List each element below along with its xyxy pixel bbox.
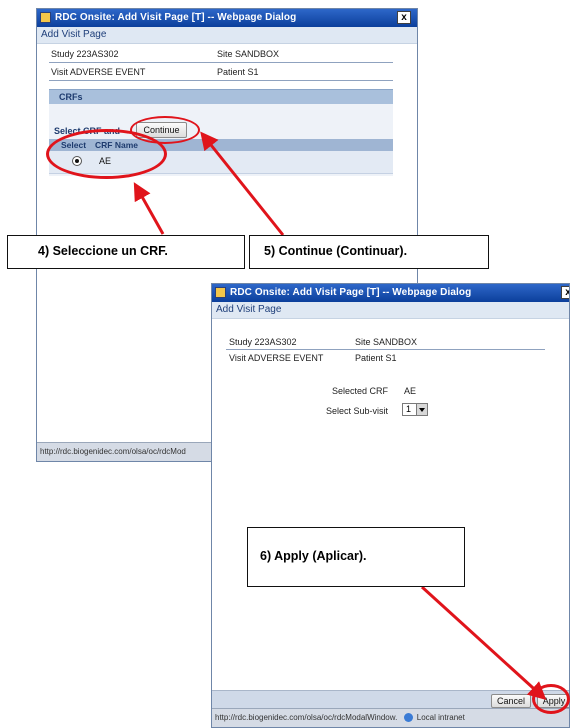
callout-step4: 4) Seleccione un CRF.	[7, 235, 245, 269]
callout-step5: 5) Continue (Continuar).	[249, 235, 489, 269]
highlight-apply-button	[532, 684, 570, 714]
callout-step6: 6) Apply (Aplicar).	[247, 527, 465, 587]
highlight-continue-button	[130, 116, 200, 144]
arrow-step5	[200, 131, 285, 236]
callout-step6-text: 6) Apply (Aplicar).	[260, 549, 367, 563]
arrow-step4	[133, 182, 165, 235]
callout-step4-text: 4) Seleccione un CRF.	[38, 244, 168, 258]
callout-step5-text: 5) Continue (Continuar).	[264, 244, 408, 258]
arrow-step6	[420, 585, 547, 701]
annotation-arrows	[133, 131, 547, 701]
